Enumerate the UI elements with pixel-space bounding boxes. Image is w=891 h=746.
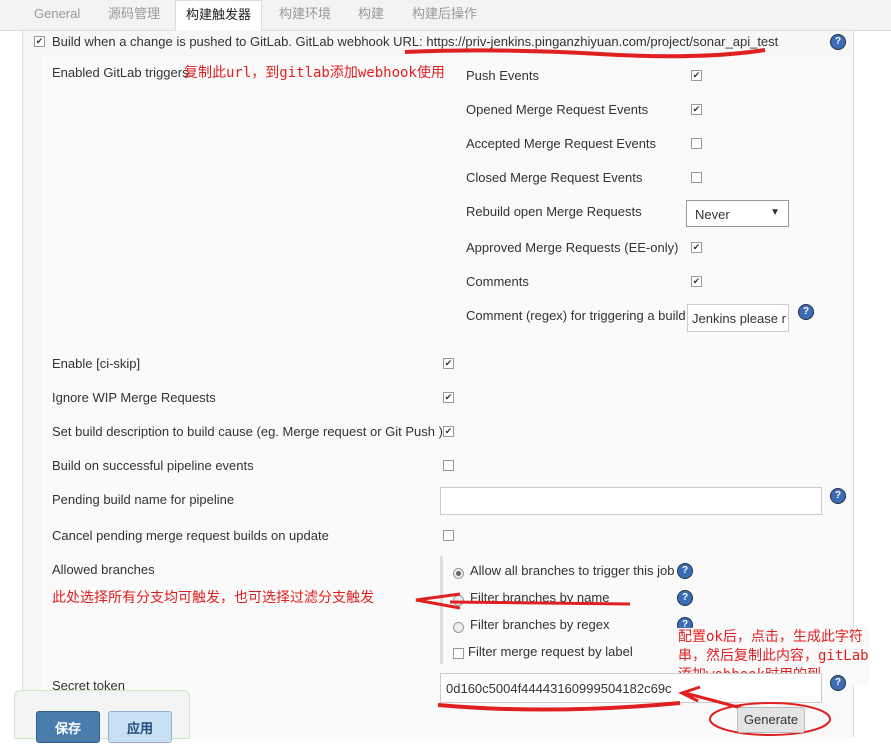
annotation-branches: 此处选择所有分支均可触发，也可选择过滤分支触发 [52, 590, 374, 606]
opened-mr-checkbox[interactable]: ✔ [691, 104, 702, 115]
cancel-pending-checkbox[interactable] [443, 530, 454, 541]
opened-mr-label: Opened Merge Request Events [466, 102, 649, 117]
save-button[interactable]: 保存 [36, 711, 100, 743]
filter-regex-radio[interactable] [453, 622, 464, 633]
pipeline-events-label: Build on successful pipeline events [52, 458, 254, 473]
tab-general[interactable]: General [34, 0, 80, 30]
pipeline-events-checkbox[interactable] [443, 460, 454, 471]
ci-skip-checkbox[interactable]: ✔ [443, 358, 454, 369]
help-icon[interactable]: ? [798, 304, 814, 320]
rebuild-select[interactable]: Never ▼ [686, 200, 789, 227]
tab-scm[interactable]: 源码管理 [108, 0, 160, 30]
help-icon[interactable]: ? [677, 590, 693, 606]
comments-label: Comments [466, 274, 529, 289]
red-arrow-annotation [415, 592, 631, 610]
rebuild-label: Rebuild open Merge Requests [466, 204, 642, 219]
gitlab-trigger-checkbox[interactable]: ✔ [34, 36, 45, 47]
comment-regex-label: Comment (regex) for triggering a build [466, 308, 686, 323]
help-icon[interactable]: ? [677, 563, 693, 579]
allow-all-radio[interactable] [453, 568, 464, 579]
annotation-url: 复制此url，到gitlab添加webhook使用 [184, 65, 445, 81]
filter-regex-label: Filter branches by regex [470, 617, 610, 632]
build-description-checkbox[interactable]: ✔ [443, 426, 454, 437]
accepted-mr-checkbox[interactable] [691, 138, 702, 149]
help-icon[interactable]: ? [830, 488, 846, 504]
filter-label-checkbox[interactable] [453, 648, 464, 659]
apply-button[interactable]: 应用 [108, 711, 172, 743]
ignore-wip-label: Ignore WIP Merge Requests [52, 390, 216, 405]
approved-mr-checkbox[interactable]: ✔ [691, 242, 702, 253]
tab-bar: General 源码管理 构建触发器 构建环境 构建 构建后操作 [0, 0, 891, 32]
tab-triggers[interactable]: 构建触发器 [175, 0, 263, 32]
tab-build[interactable]: 构建 [358, 0, 384, 30]
closed-mr-checkbox[interactable] [691, 172, 702, 183]
ci-skip-label: Enable [ci-skip] [52, 356, 141, 371]
tab-env[interactable]: 构建环境 [279, 0, 331, 30]
comments-checkbox[interactable]: ✔ [691, 276, 702, 287]
dropdown-arrow-icon: ▼ [770, 207, 780, 218]
pending-name-label: Pending build name for pipeline [52, 492, 235, 507]
comment-regex-input[interactable]: Jenkins please r [687, 304, 789, 332]
filter-label-label: Filter merge request by label [468, 644, 633, 659]
allowed-branches-label: Allowed branches [52, 562, 155, 577]
generate-button[interactable]: Generate [737, 707, 805, 733]
approved-mr-label: Approved Merge Requests (EE-only) [466, 240, 679, 255]
pending-name-input[interactable] [440, 487, 822, 515]
ignore-wip-checkbox[interactable]: ✔ [443, 392, 454, 403]
enabled-triggers-label: Enabled GitLab triggers [52, 65, 189, 80]
closed-mr-label: Closed Merge Request Events [466, 170, 643, 185]
allow-all-label: Allow all branches to trigger this job [470, 563, 675, 578]
push-events-checkbox[interactable]: ✔ [691, 70, 702, 81]
cancel-pending-label: Cancel pending merge request builds on u… [52, 528, 329, 543]
push-events-label: Push Events [466, 68, 539, 83]
tab-post-build[interactable]: 构建后操作 [412, 0, 477, 30]
red-underline-annotation [404, 48, 766, 59]
build-description-label: Set build description to build cause (eg… [52, 424, 443, 439]
accepted-mr-label: Accepted Merge Request Events [466, 136, 657, 151]
help-icon[interactable]: ? [830, 34, 846, 50]
